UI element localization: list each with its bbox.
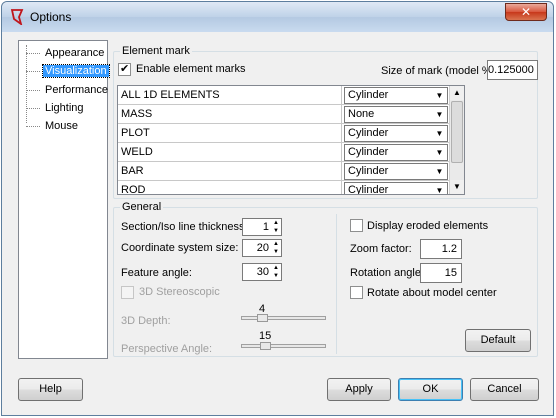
element-name: WELD — [118, 143, 342, 162]
tree-item-visualization[interactable]: Visualization — [23, 64, 110, 78]
tree-item-label: Performance — [45, 84, 108, 96]
table-row: PLOT Cylinder ▼ — [118, 124, 450, 143]
table-row: WELD Cylinder ▼ — [118, 143, 450, 162]
mark-type-select[interactable]: Cylinder ▼ — [344, 163, 448, 180]
mark-type-value: Cylinder — [348, 127, 389, 139]
table-scrollbar[interactable]: ▲ ▼ — [449, 86, 464, 194]
mark-size-label: Size of mark (model %): — [381, 65, 499, 77]
element-name: BAR — [118, 162, 342, 181]
chevron-down-icon[interactable]: ▼ — [433, 108, 446, 121]
coord-size-spinner[interactable]: 20 ▲ ▼ — [242, 239, 282, 257]
zoom-factor-label: Zoom factor: — [350, 243, 412, 255]
rotation-angle-input[interactable]: 15 — [420, 263, 462, 283]
mark-type-select[interactable]: None ▼ — [344, 106, 448, 123]
cancel-button[interactable]: Cancel — [470, 378, 539, 401]
coord-size-value: 20 — [256, 242, 269, 254]
perspective-angle-label: Perspective Angle: — [121, 343, 213, 355]
element-name: ROD — [118, 181, 342, 194]
tree-item-lighting[interactable]: Lighting — [23, 101, 86, 115]
chevron-down-icon[interactable]: ▼ — [433, 184, 446, 194]
feature-angle-value: 30 — [256, 266, 269, 278]
section-thickness-label: Section/Iso line thickness: — [121, 221, 248, 233]
scroll-down-arrow-icon[interactable]: ▼ — [450, 180, 464, 194]
mark-type-value: Cylinder — [348, 146, 389, 158]
general-divider — [336, 214, 337, 354]
help-button[interactable]: Help — [18, 378, 83, 401]
general-legend: General — [120, 201, 164, 213]
tree-item-mouse[interactable]: Mouse — [23, 119, 80, 133]
perspective-angle-value: 15 — [259, 330, 272, 342]
chevron-down-icon[interactable]: ▼ — [433, 146, 446, 159]
table-row: BAR Cylinder ▼ — [118, 162, 450, 181]
element-name: MASS — [118, 105, 342, 124]
element-name: PLOT — [118, 124, 342, 143]
element-mark-table: ALL 1D ELEMENTS Cylinder ▼ MASS None ▼ PLO… — [117, 85, 465, 195]
spinner-arrows-icon[interactable]: ▲ ▼ — [271, 240, 281, 256]
depth-label: 3D Depth: — [121, 315, 171, 327]
apply-button[interactable]: Apply — [327, 378, 391, 401]
depth-slider-track[interactable] — [241, 316, 326, 320]
element-name: ALL 1D ELEMENTS — [118, 86, 342, 105]
spinner-arrows-icon[interactable]: ▲ ▼ — [271, 219, 281, 235]
default-button[interactable]: Default — [465, 329, 531, 352]
close-button[interactable]: ✕ — [505, 3, 547, 21]
chevron-down-icon[interactable]: ▼ — [433, 89, 446, 102]
section-thickness-spinner[interactable]: 1 ▲ ▼ — [242, 218, 282, 236]
mark-type-select[interactable]: Cylinder ▼ — [344, 182, 448, 195]
tree-item-label: Appearance — [45, 47, 105, 59]
perspective-slider-thumb[interactable] — [260, 342, 271, 350]
table-row: MASS None ▼ — [118, 105, 450, 124]
enable-element-marks-checkbox[interactable] — [118, 62, 131, 76]
mark-type-select[interactable]: Cylinder ▼ — [344, 144, 448, 161]
app-icon — [10, 9, 24, 25]
ok-button[interactable]: OK — [398, 378, 463, 401]
element-mark-legend: Element mark — [120, 45, 192, 57]
chevron-down-icon[interactable]: ▼ — [433, 127, 446, 140]
stereoscopic-checkbox[interactable] — [121, 286, 134, 299]
scroll-up-arrow-icon[interactable]: ▲ — [450, 86, 464, 100]
title-bar[interactable]: Options ✕ — [2, 2, 553, 32]
mark-type-value: None — [348, 108, 375, 120]
tree-item-label: Mouse — [45, 120, 79, 132]
chevron-down-icon[interactable]: ▼ — [433, 165, 446, 178]
dialog-client-area: Appearance Visualization Performance Lig… — [9, 32, 546, 410]
category-tree: Appearance Visualization Performance Lig… — [18, 40, 110, 359]
mark-size-input[interactable]: 0.125000 — [487, 60, 538, 80]
table-row: ALL 1D ELEMENTS Cylinder ▼ — [118, 86, 450, 105]
stereoscopic-label: 3D Stereoscopic — [139, 286, 220, 298]
mark-type-value: Cylinder — [348, 165, 389, 177]
zoom-factor-input[interactable]: 1.2 — [420, 239, 462, 259]
enable-element-marks-label: Enable element marks — [136, 63, 246, 75]
scroll-thumb[interactable] — [451, 101, 463, 163]
table-row: ROD Cylinder ▼ — [118, 181, 450, 195]
window-title: Options — [30, 10, 72, 24]
display-eroded-label: Display eroded elements — [367, 220, 489, 232]
tree-item-appearance[interactable]: Appearance — [23, 46, 106, 60]
tree-item-performance[interactable]: Performance — [23, 83, 110, 97]
mark-type-select[interactable]: Cylinder ▼ — [344, 87, 448, 104]
perspective-slider-track[interactable] — [241, 344, 326, 348]
tree-item-label: Visualization — [42, 64, 110, 78]
depth-slider-thumb[interactable] — [257, 314, 268, 322]
spinner-arrows-icon[interactable]: ▲ ▼ — [271, 264, 281, 280]
rotate-center-label: Rotate about model center — [367, 287, 497, 299]
rotate-center-checkbox[interactable] — [350, 286, 363, 299]
mark-type-select[interactable]: Cylinder ▼ — [344, 125, 448, 142]
options-dialog: Options ✕ Appearance Visualization Perfo… — [1, 1, 554, 416]
display-eroded-checkbox[interactable] — [350, 219, 363, 232]
mark-type-value: Cylinder — [348, 89, 389, 101]
coord-size-label: Coordinate system size: — [121, 242, 239, 254]
tree-item-label: Lighting — [45, 102, 84, 114]
rotation-angle-label: Rotation angle: — [350, 267, 424, 279]
mark-type-value: Cylinder — [348, 184, 389, 195]
feature-angle-spinner[interactable]: 30 ▲ ▼ — [242, 263, 282, 281]
feature-angle-label: Feature angle: — [121, 267, 192, 279]
section-thickness-value: 1 — [262, 221, 269, 233]
